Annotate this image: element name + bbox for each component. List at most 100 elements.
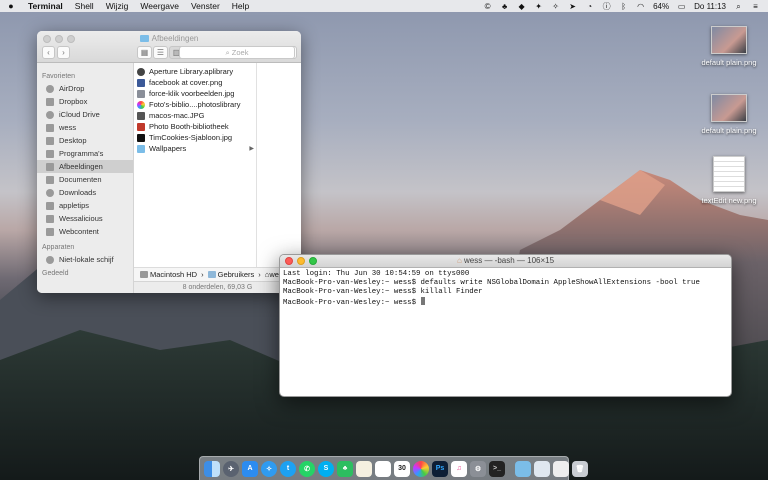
list-item[interactable]: facebook at cover.png [134,77,256,88]
terminal-title-text: wess — -bash — 106×15 [464,256,555,265]
skype-dock-icon[interactable]: S [318,460,334,477]
downloads-stack-dock-icon[interactable] [515,460,531,477]
file-name: Aperture Library.aplibrary [149,67,234,76]
sidebar-item-documenten[interactable]: Documenten [37,173,133,186]
path-item-wess[interactable]: ⌂we [265,270,279,279]
wifi-icon[interactable]: ◠ [636,2,645,11]
file-name: force-klik voorbeelden.jpg [149,89,235,98]
twitter-icon[interactable]: ✧ [551,2,560,11]
folder-icon [46,227,54,236]
photoshop-dock-icon[interactable]: Ps [432,460,448,477]
menu-wijzig[interactable]: Wijzig [100,1,135,11]
sidebar-item-wessalicious[interactable]: Wessalicious [37,212,133,225]
file-name: TimCookies-Sjabloon.jpg [149,133,233,142]
evernote-icon[interactable]: ♣ [500,2,509,11]
menu-clock[interactable]: Do 11:13 [694,2,726,11]
reminders-dock-icon[interactable] [375,460,391,477]
path-label: Gebruikers [217,270,255,279]
menu-bar: ● Terminal Shell Wijzig Weergave Venster… [0,0,768,12]
menu-help[interactable]: Help [226,1,255,11]
list-item[interactable]: Foto's-biblio....photoslibrary [134,99,256,110]
sidebar-item-wess[interactable]: wess [37,121,133,134]
itunes-dock-icon[interactable]: ♫ [451,460,467,477]
terminal-output[interactable]: Last login: Thu Jun 30 10:54:59 on ttys0… [280,268,731,310]
launchpad-dock-icon[interactable]: ✈ [223,460,239,477]
sidebar-item-airdrop[interactable]: AirDrop [37,82,133,95]
view-icons-button[interactable]: ▦ [137,46,152,59]
sidebar-item-dropbox[interactable]: Dropbox [37,95,133,108]
folder-icon [139,35,149,42]
download-icon [46,188,54,197]
trash-dock-icon[interactable]: 🗑 [572,460,588,477]
sidebar-item-appletips[interactable]: appletips [37,199,133,212]
desktop-file-textedit-new[interactable]: textEdit new.png [691,156,767,205]
forward-button[interactable]: › [57,46,70,59]
sidebar-item-niet-lokale-schijf[interactable]: Niet-lokale schijf [37,253,133,266]
spotlight-icon[interactable]: ⌕ [734,2,743,11]
stopwatch-icon[interactable]: ◔ [585,2,594,11]
list-item[interactable]: TimCookies-Sjabloon.jpg [134,132,256,143]
file-name: macos-mac.JPG [149,111,205,120]
battery-icon[interactable]: ▭ [677,2,686,11]
menu-shell[interactable]: Shell [69,1,100,11]
sidebar-item-label: Webcontent [59,227,99,236]
sidebar-item-downloads[interactable]: Downloads [37,186,133,199]
sidebar-item-desktop[interactable]: Desktop [37,134,133,147]
menu-venster[interactable]: Venster [185,1,226,11]
calendar-dock-icon[interactable]: 30 [394,460,410,477]
location-icon[interactable]: ➤ [568,2,577,11]
airdrop-icon [46,84,54,93]
apple-menu-icon[interactable]: ● [0,1,22,11]
path-item-macintosh-hd[interactable]: Macintosh HD [140,270,197,279]
photos-dock-icon[interactable] [413,460,429,477]
desktop-file-label: textEdit new.png [701,196,757,205]
search-field[interactable]: ⌕ Zoek [179,46,295,59]
sidebar-item-programmas[interactable]: Programma's [37,147,133,160]
terminal-dock-icon[interactable]: >_ [489,460,505,477]
sidebar-item-afbeeldingen[interactable]: Afbeeldingen [37,160,133,173]
home-folder-icon: ⌂ [456,256,464,265]
sidebar-header-shared: Gedeeld [42,270,69,277]
menu-terminal[interactable]: Terminal [22,1,69,11]
documents-icon [46,175,54,184]
sidebar-item-webcontent[interactable]: Webcontent [37,225,133,238]
terminal-titlebar: ⌂ wess — -bash — 106×15 [280,255,731,268]
list-item[interactable]: Wallpapers ▶ [134,143,256,154]
bluetooth-icon[interactable]: ᛒ [619,2,628,11]
twitter-dock-icon[interactable]: t [280,460,296,477]
system-preferences-dock-icon[interactable]: ⚙ [470,460,486,477]
view-list-button[interactable]: ☰ [153,46,168,59]
notes-dock-icon[interactable] [356,460,372,477]
desktop-stack-dock-icon[interactable] [553,460,569,477]
safari-dock-icon[interactable]: ✧ [261,460,277,477]
whatsapp-dock-icon[interactable]: ✆ [299,460,315,477]
back-button[interactable]: ‹ [42,46,55,59]
dropbox-icon[interactable]: ◆ [517,2,526,11]
list-item[interactable]: macos-mac.JPG [134,110,256,121]
dropbox-icon [46,97,54,106]
notification-center-icon[interactable]: ≡ [751,2,760,11]
battery-percent[interactable]: 64% [653,2,669,11]
info-icon[interactable]: ⓘ [602,2,611,11]
documents-stack-dock-icon[interactable] [534,460,550,477]
list-item[interactable]: Photo Booth-bibliotheek [134,121,256,132]
sidebar-item-label: Dropbox [59,97,88,106]
menu-weergave[interactable]: Weergave [134,1,185,11]
sidebar-item-label: AirDrop [59,84,85,93]
list-item[interactable]: force-klik voorbeelden.jpg [134,88,256,99]
document-thumbnail-icon [713,156,745,192]
desktop-file-default-plain-1[interactable]: default plain.png [691,26,767,67]
home-icon [46,123,54,132]
status-c-icon[interactable]: © [483,2,492,11]
bird-icon[interactable]: ✦ [534,2,543,11]
finder-dock-icon[interactable] [204,460,220,477]
file-name: Wallpapers [149,144,187,153]
evernote-dock-icon[interactable]: ♣ [337,460,353,477]
terminal-window: ⌂ wess — -bash — 106×15 Last login: Thu … [279,254,732,397]
sidebar-item-icloud-drive[interactable]: iCloud Drive [37,108,133,121]
applications-icon [46,149,54,158]
list-item[interactable]: Aperture Library.aplibrary [134,66,256,77]
path-item-gebruikers[interactable]: Gebruikers [207,270,255,279]
desktop-file-default-plain-2[interactable]: default plain.png [691,94,767,135]
app-store-dock-icon[interactable]: A [242,460,258,477]
